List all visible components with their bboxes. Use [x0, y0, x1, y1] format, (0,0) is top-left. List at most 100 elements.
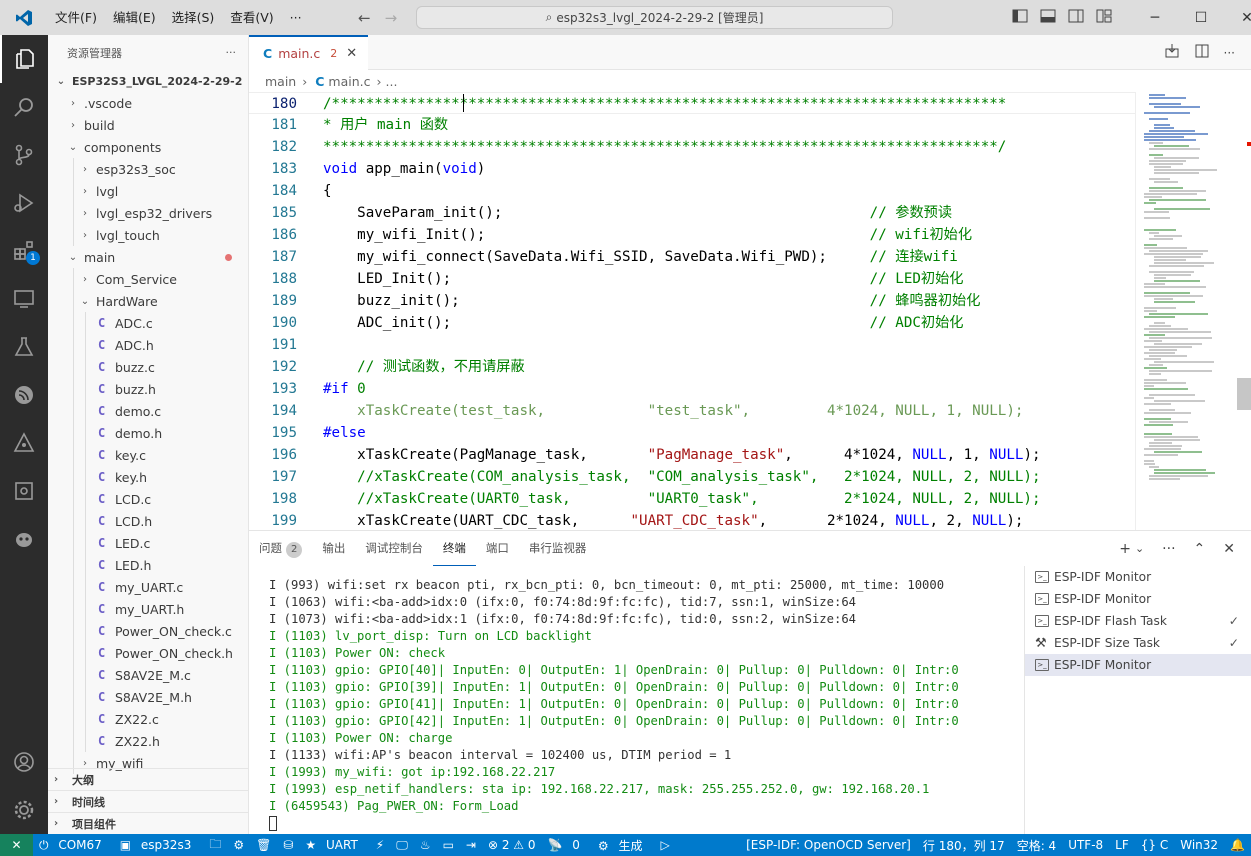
- tree-file[interactable]: C S8AV2E_M.c: [48, 664, 248, 686]
- tree-file[interactable]: Ckey.c: [48, 444, 248, 466]
- testing-flask-icon[interactable]: [0, 323, 48, 371]
- minimize-icon[interactable]: ─: [1132, 10, 1178, 26]
- line-ending[interactable]: LF: [1109, 838, 1135, 852]
- tree-file[interactable]: Cmy_UART.h: [48, 598, 248, 620]
- code-line[interactable]: 180 /************************************…: [249, 92, 1135, 114]
- alien-extension-icon[interactable]: [0, 515, 48, 563]
- remote-explorer-icon[interactable]: [0, 275, 48, 323]
- code-line[interactable]: 182 *************************************…: [249, 136, 1135, 158]
- espressif-icon[interactable]: [0, 371, 48, 419]
- menu-selection[interactable]: 选择(S): [165, 0, 222, 35]
- forward-arrow-icon[interactable]: →: [385, 9, 398, 27]
- tree-folder[interactable]: › .vscode: [48, 92, 248, 114]
- tree-file[interactable]: C LCD.c: [48, 488, 248, 510]
- breadcrumb-more[interactable]: ...: [386, 74, 398, 89]
- code-line[interactable]: 184 {: [249, 180, 1135, 202]
- tree-file[interactable]: C LED.c: [48, 532, 248, 554]
- workspace-root[interactable]: ⌄ ESP32S3_LVGL_2024-2-29-2: [48, 70, 248, 92]
- account-icon[interactable]: [0, 738, 48, 786]
- tree-folder[interactable]: › esp32s3_soc: [48, 158, 248, 180]
- menu-view[interactable]: 查看(V): [223, 0, 280, 35]
- tree-file[interactable]: C ZX22.c: [48, 708, 248, 730]
- tree-file[interactable]: Cbuzz.h: [48, 378, 248, 400]
- code-line[interactable]: 199 xTaskCreate(UART_CDC_task, "UART_CDC…: [249, 510, 1135, 530]
- terminal-prompt-line[interactable]: [269, 815, 1021, 832]
- tree-file[interactable]: C ZX22.h: [48, 730, 248, 752]
- close-window-icon[interactable]: ✕: [1224, 10, 1251, 26]
- customize-layout-icon[interactable]: [1096, 9, 1112, 26]
- editor-scrollbar-thumb[interactable]: [1237, 378, 1251, 410]
- chip-settings-icon[interactable]: [0, 467, 48, 515]
- maximize-panel-icon[interactable]: ⌃: [1194, 541, 1206, 557]
- full-clean-trash-icon[interactable]: 🗑: [250, 838, 277, 852]
- esp-flash-icon[interactable]: [1164, 43, 1180, 62]
- tab-close-icon[interactable]: ✕: [346, 46, 357, 61]
- tree-folder[interactable]: › lvgl_esp32_drivers: [48, 202, 248, 224]
- command-center-search[interactable]: ⌕ esp32s3_lvgl_2024-2-29-2 [管理员]: [416, 6, 893, 29]
- tree-file[interactable]: Cdemo.c: [48, 400, 248, 422]
- build-item[interactable]: ⚙ 生成: [592, 837, 655, 854]
- tree-folder[interactable]: ⌄ components: [48, 136, 248, 158]
- panel-tab[interactable]: 串行监视器: [519, 531, 597, 566]
- tree-file[interactable]: C LCD.h: [48, 510, 248, 532]
- tree-file[interactable]: Ckey.h: [48, 466, 248, 488]
- terminal-icon[interactable]: ▭: [437, 838, 460, 852]
- tree-folder[interactable]: › lvgl_touch: [48, 224, 248, 246]
- maximize-icon[interactable]: ☐: [1178, 10, 1224, 26]
- tab-main-c[interactable]: C main.c 2 ✕: [249, 35, 368, 70]
- tree-file[interactable]: Cdemo.h: [48, 422, 248, 444]
- back-arrow-icon[interactable]: ←: [358, 9, 371, 27]
- platformio-icon[interactable]: [0, 419, 48, 467]
- encoding[interactable]: UTF-8: [1062, 838, 1109, 852]
- tree-file[interactable]: C Power_ON_check.h: [48, 642, 248, 664]
- menuconfig-gear-icon[interactable]: ⚙: [227, 838, 250, 852]
- sdk-config-icon[interactable]: 🗀: [203, 835, 227, 856]
- panel-tab[interactable]: 问题 2: [249, 531, 312, 566]
- notifications-bell-icon[interactable]: 🔔: [1224, 838, 1251, 852]
- build-flash-monitor-fire-icon[interactable]: ♨: [414, 838, 437, 852]
- panel-tab[interactable]: 端口: [476, 531, 519, 566]
- panel-more-icon[interactable]: ···: [1162, 541, 1175, 557]
- tree-file[interactable]: C LED.h: [48, 554, 248, 576]
- menu-edit[interactable]: 编辑(E): [106, 0, 163, 35]
- code-line[interactable]: 189 buzz_init(); // 蜂鸣器初始化: [249, 290, 1135, 312]
- code-editor[interactable]: 180 /************************************…: [249, 92, 1135, 530]
- code-line[interactable]: 195 #else: [249, 422, 1135, 444]
- flash-method-item[interactable]: ★ UART: [299, 838, 369, 852]
- language-mode[interactable]: {} C: [1135, 838, 1174, 852]
- tree-file[interactable]: C S8AV2E_M.h: [48, 686, 248, 708]
- monitor-icon[interactable]: 🖵: [390, 838, 414, 853]
- terminal-list-item[interactable]: >_ ESP-IDF Monitor: [1025, 654, 1251, 676]
- terminal-output[interactable]: I (993) wifi:set rx beacon pti, rx_bcn_p…: [269, 577, 1021, 837]
- code-line[interactable]: 198 //xTaskCreate(UART0_task, "UART0_tas…: [249, 488, 1135, 510]
- platform[interactable]: Win32: [1174, 838, 1224, 852]
- timeline-section[interactable]: › 时间线: [48, 790, 248, 812]
- code-line[interactable]: 193 #if 0: [249, 378, 1135, 400]
- tree-file[interactable]: Cmy_UART.c: [48, 576, 248, 598]
- terminal-list-item[interactable]: >_ ESP-IDF Flash Task ✓: [1025, 610, 1251, 632]
- tree-file[interactable]: C Power_ON_check.c: [48, 620, 248, 642]
- breadcrumb-file[interactable]: main.c: [328, 74, 370, 89]
- code-line[interactable]: 194 xTaskCreate(test_task, "test_task", …: [249, 400, 1135, 422]
- code-line[interactable]: 188 LED_Init(); // LED初始化: [249, 268, 1135, 290]
- minimap[interactable]: [1135, 92, 1251, 530]
- openocd-server[interactable]: [ESP-IDF: OpenOCD Server]: [740, 838, 917, 852]
- more-actions-icon[interactable]: ···: [1224, 46, 1235, 60]
- indentation[interactable]: 空格: 4: [1011, 837, 1063, 854]
- run-debug-icon[interactable]: [0, 179, 48, 227]
- code-line[interactable]: 190 ADC_init(); // ADC初始化: [249, 312, 1135, 334]
- tree-file[interactable]: Cbuzz.c: [48, 356, 248, 378]
- split-editor-icon[interactable]: [1194, 43, 1210, 62]
- terminal-list-item[interactable]: ⚒ ESP-IDF Size Task ✓: [1025, 632, 1251, 654]
- explorer-more-icon[interactable]: ···: [226, 46, 237, 59]
- tree-folder[interactable]: ⌄ HardWare: [48, 290, 248, 312]
- database-icon[interactable]: ⛁: [277, 838, 299, 852]
- code-line[interactable]: 191: [249, 334, 1135, 356]
- close-panel-icon[interactable]: ✕: [1223, 541, 1235, 557]
- extensions-icon[interactable]: 1: [0, 227, 48, 275]
- panel-tab[interactable]: 输出: [312, 531, 355, 566]
- tree-file[interactable]: C ADC.h: [48, 334, 248, 356]
- menu-file[interactable]: 文件(F): [48, 0, 104, 35]
- cursor-position[interactable]: 行 180，列 17: [917, 837, 1011, 854]
- new-terminal-icon[interactable]: +: [1119, 541, 1131, 557]
